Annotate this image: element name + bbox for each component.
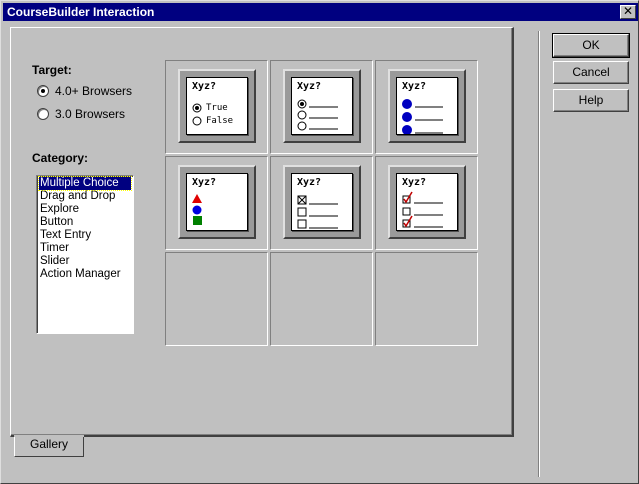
gallery-tile-checkmark[interactable]: Xyz?	[388, 165, 466, 239]
cancel-button[interactable]: Cancel	[553, 61, 629, 84]
gallery-tile-true-false[interactable]: Xyz? True False	[178, 69, 256, 143]
image-radio-list-icon: Xyz?	[396, 77, 458, 135]
close-icon: ✕	[622, 4, 634, 18]
true-false-radio-icon: Xyz? True False	[186, 77, 248, 135]
tab-gallery-label: Gallery	[29, 437, 68, 451]
gallery-cell: Xyz? True False	[165, 60, 268, 154]
gallery-tile-shapes[interactable]: Xyz?	[178, 165, 256, 239]
list-item[interactable]: Explore	[39, 203, 131, 216]
false-label: False	[206, 116, 234, 126]
close-button[interactable]: ✕	[620, 5, 636, 19]
target-option-4-label: 4.0+ Browsers	[55, 84, 133, 98]
list-item[interactable]: Button	[39, 216, 131, 229]
target-radio-3[interactable]: 3.0 Browsers	[37, 107, 125, 121]
ok-button[interactable]: OK	[552, 33, 630, 58]
list-item[interactable]: Timer	[39, 242, 131, 255]
tab-gallery[interactable]: Gallery	[14, 435, 84, 457]
shapes-icon: Xyz?	[186, 173, 248, 231]
vertical-separator	[538, 31, 540, 477]
list-item[interactable]: Action Manager	[39, 268, 131, 281]
radio-list-graphic	[297, 99, 338, 131]
gallery-cell: Xyz?	[270, 156, 373, 250]
gallery-cell: Xyz?	[375, 60, 478, 154]
checkmark-graphic	[402, 191, 443, 228]
window-title: CourseBuilder Interaction	[7, 5, 155, 19]
list-item[interactable]: Text Entry	[39, 229, 131, 242]
target-label: Target:	[32, 63, 72, 77]
category-label: Category:	[32, 151, 89, 165]
gallery-grid: Xyz? True False Xyz? Xyz? Xyz? Xyz? Xyz?	[165, 60, 479, 346]
radio-unselected-icon[interactable]	[37, 108, 49, 120]
list-item[interactable]: Slider	[39, 255, 131, 268]
gallery-cell: Xyz?	[165, 156, 268, 250]
target-option-3-label: 3.0 Browsers	[55, 107, 126, 121]
gallery-cell: Xyz?	[375, 156, 478, 250]
gallery-tile-image-radio[interactable]: Xyz?	[388, 69, 466, 143]
image-radio-graphic	[402, 99, 443, 134]
list-item[interactable]: Drag and Drop	[39, 190, 131, 203]
title-bar: CourseBuilder Interaction ✕	[3, 3, 638, 21]
true-label: True	[206, 103, 228, 113]
gallery-cell-empty	[375, 252, 478, 346]
radio-list-icon: Xyz?	[291, 77, 353, 135]
radio-selected-icon[interactable]	[37, 85, 49, 97]
dialog-window: CourseBuilder Interaction ✕ Gallery OK C…	[0, 0, 639, 484]
shapes-graphic	[192, 194, 202, 225]
target-radio-4[interactable]: 4.0+ Browsers	[37, 84, 132, 98]
gallery-cell-empty	[270, 252, 373, 346]
gallery-cell-empty	[165, 252, 268, 346]
gallery-tile-checkbox[interactable]: Xyz?	[283, 165, 361, 239]
gallery-cell: Xyz?	[270, 60, 373, 154]
list-item[interactable]: Multiple Choice	[38, 176, 132, 191]
checkmark-list-icon: Xyz?	[396, 173, 458, 231]
category-listbox[interactable]: Multiple Choice Drag and Drop Explore Bu…	[36, 175, 134, 334]
help-button[interactable]: Help	[553, 89, 629, 112]
checkbox-list-icon: Xyz?	[291, 173, 353, 231]
gallery-tile-radio[interactable]: Xyz?	[283, 69, 361, 143]
checkbox-graphic	[297, 195, 338, 229]
